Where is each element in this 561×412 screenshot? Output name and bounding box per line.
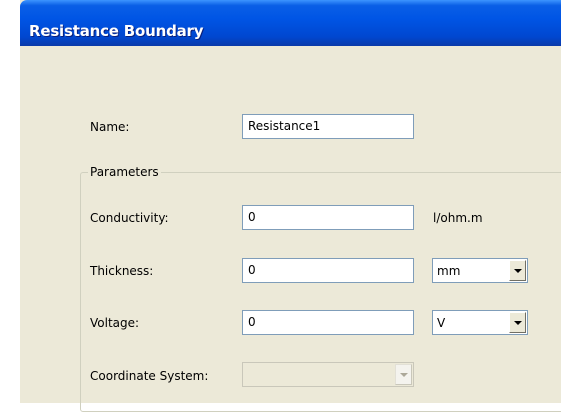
thickness-field[interactable]: 0 xyxy=(242,258,414,283)
window-title: Resistance Boundary xyxy=(29,22,204,40)
name-label: Name: xyxy=(90,120,130,134)
conductivity-label: Conductivity: xyxy=(90,211,169,225)
chevron-down-icon[interactable] xyxy=(509,312,526,333)
name-field[interactable]: Resistance1 xyxy=(242,114,414,139)
title-bar[interactable]: Resistance Boundary xyxy=(20,0,561,46)
parameters-group-title: Parameters xyxy=(88,165,161,179)
thickness-label: Thickness: xyxy=(90,264,154,278)
voltage-unit-dropdown[interactable]: V xyxy=(432,310,528,335)
coordinate-system-label: Coordinate System: xyxy=(90,369,209,383)
resistance-boundary-dialog: Resistance Boundary Name: Resistance1 Pa… xyxy=(20,0,561,412)
chevron-down-icon xyxy=(395,364,412,385)
thickness-unit-value: mm xyxy=(437,264,461,278)
thickness-unit-dropdown[interactable]: mm xyxy=(432,258,528,283)
voltage-unit-value: V xyxy=(437,316,446,330)
conductivity-unit: l/ohm.m xyxy=(433,211,483,225)
voltage-field-value: 0 xyxy=(248,315,256,329)
name-field-value: Resistance1 xyxy=(248,119,321,133)
conductivity-field-value: 0 xyxy=(248,210,256,224)
conductivity-field[interactable]: 0 xyxy=(242,205,414,230)
voltage-field[interactable]: 0 xyxy=(242,310,414,335)
voltage-label: Voltage: xyxy=(90,316,140,330)
thickness-field-value: 0 xyxy=(248,263,256,277)
chevron-down-icon[interactable] xyxy=(509,260,526,281)
coordinate-system-dropdown[interactable] xyxy=(242,362,414,387)
